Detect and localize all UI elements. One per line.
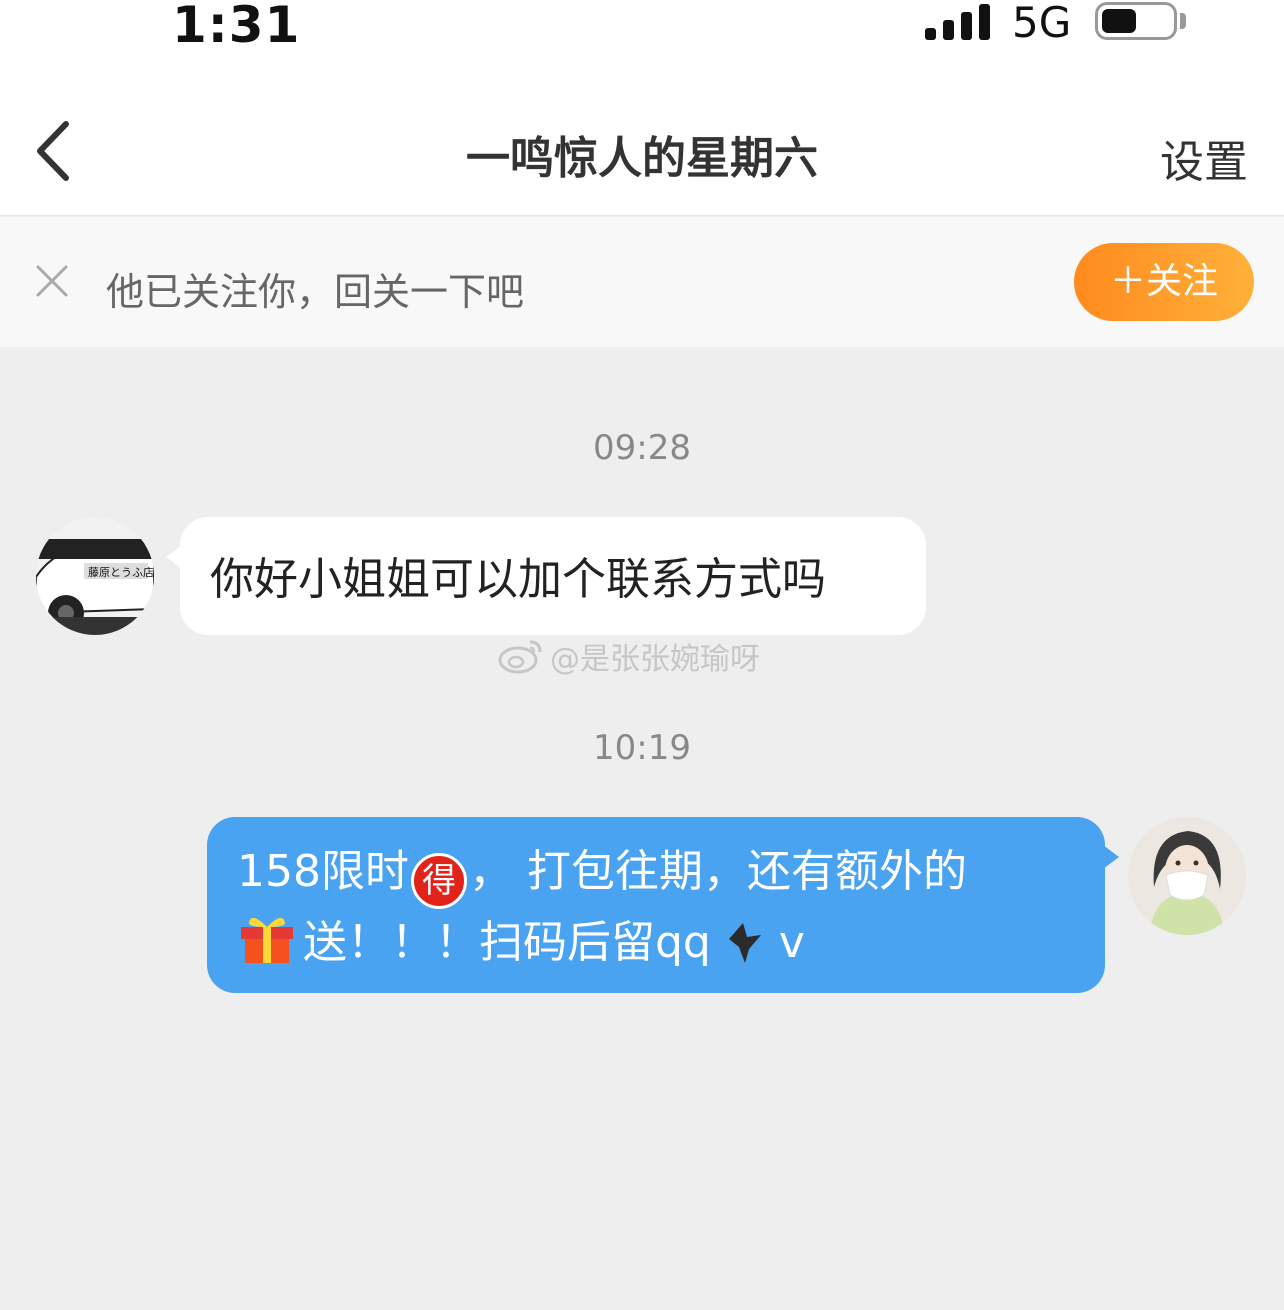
battery-icon [1095,2,1177,40]
follow-back-text: 他已关注你，回关一下吧 [106,270,525,314]
outgoing-message-bubble[interactable]: 158限时得， 打包往期，还有额外的 送！！！扫码后留qq v [207,817,1119,993]
own-avatar[interactable] [1128,817,1246,935]
message-text-part: ， 打包往期，还有额外的 [468,846,967,897]
message-text: 你好小姐姐可以加个联系方式吗 [210,554,826,605]
message-line-1: 158限时得， 打包往期，还有额外的 [237,841,1075,909]
battery-tip [1180,13,1186,29]
message-timestamp: 10:19 [593,728,691,768]
sender-avatar[interactable]: 藤原とうふ店 [36,517,154,635]
gift-icon [241,917,293,963]
settings-button[interactable]: 设置 [1160,126,1248,190]
user-avatar-image [1128,817,1246,935]
message-text-part: v [778,917,805,968]
page-title: 一鸣惊人的星期六 [466,133,818,184]
message-text-part: 158限时 [237,846,409,897]
watermark-text: @是张张婉瑜呀 [550,642,760,677]
signal-strength-icon [925,4,991,40]
message-line-2: 送！！！扫码后留qq v [237,909,1075,974]
car-avatar-image: 藤原とうふ店 [36,517,154,635]
redaction-mark-icon [728,923,761,963]
message-text-part: 送！！！扫码后留qq [303,917,711,968]
follow-back-banner: 他已关注你，回关一下吧 ＋关注 [0,217,1284,347]
status-bar: 1:31 5G [0,0,1284,100]
follow-button[interactable]: ＋关注 [1074,243,1254,321]
message-timestamp: 09:28 [593,428,691,468]
close-icon [36,265,68,297]
incoming-message-bubble[interactable]: 你好小姐姐可以加个联系方式吗 [166,517,926,635]
watermark: @是张张婉瑜呀 [498,636,760,677]
network-type: 5G [1012,0,1072,47]
de-emoji-icon: 得 [410,853,467,909]
status-time: 1:31 [172,0,301,54]
nav-bar: 一鸣惊人的星期六 设置 [0,100,1284,216]
close-banner-button[interactable] [34,263,70,299]
weibo-logo-icon [498,640,542,674]
battery-level [1102,9,1136,33]
svg-text:藤原とうふ店: 藤原とうふ店 [88,565,154,579]
